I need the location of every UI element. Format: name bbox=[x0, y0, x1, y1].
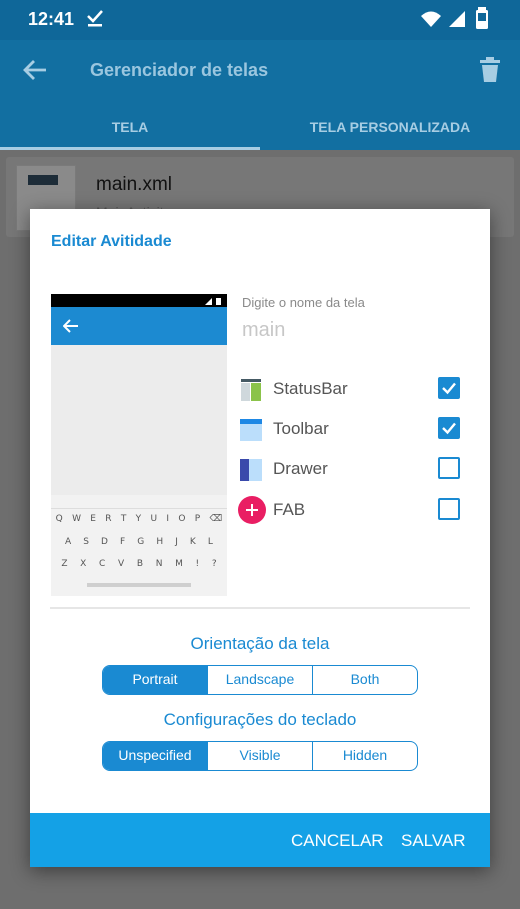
orientation-portrait-option[interactable]: Portrait bbox=[103, 666, 207, 694]
preview-key: L bbox=[207, 537, 213, 547]
edit-activity-dialog: Editar Avitidade Q W E R T Y U I O P ⌫ A S D F G H J K L Z… bbox=[30, 209, 490, 867]
orientation-landscape-option[interactable]: Landscape bbox=[207, 666, 312, 694]
status-bar: 12:41 bbox=[0, 0, 520, 40]
preview-key: B bbox=[136, 559, 144, 569]
toolbar-checkbox[interactable] bbox=[438, 417, 460, 439]
preview-key: V bbox=[117, 559, 125, 569]
status-time: 12:41 bbox=[28, 9, 75, 29]
keyboard-visible-option[interactable]: Visible bbox=[207, 742, 312, 770]
tab-tela-personalizada[interactable]: TELA PERSONALIZADA bbox=[260, 106, 520, 150]
orientation-title: Orientação da tela bbox=[190, 634, 330, 653]
preview-key: T bbox=[120, 514, 127, 524]
dialog-footer: CANCELAR SALVAR bbox=[30, 813, 490, 867]
preview-key: A bbox=[65, 537, 72, 547]
preview-key: H bbox=[156, 537, 164, 547]
preview-key: ! bbox=[195, 559, 200, 569]
tab-tela[interactable]: TELA bbox=[0, 106, 260, 150]
option-statusbar[interactable]: StatusBar bbox=[239, 374, 464, 404]
preview-key: O bbox=[178, 514, 186, 524]
preview-key: W bbox=[72, 514, 81, 524]
preview-key: F bbox=[120, 537, 126, 547]
app-bar: Gerenciador de telas TELA TELA PERSONALI… bbox=[0, 40, 520, 150]
preview-key: Q bbox=[55, 514, 63, 524]
preview-key: E bbox=[90, 514, 96, 524]
preview-key: I bbox=[166, 514, 170, 524]
orientation-segmented-control: Portrait Landscape Both bbox=[102, 665, 418, 695]
preview-key: G bbox=[137, 537, 145, 547]
page-title: Gerenciador de telas bbox=[90, 60, 269, 80]
statusbar-icon bbox=[241, 379, 261, 401]
fab-checkbox[interactable] bbox=[438, 498, 460, 520]
dialog-title: Editar Avitidade bbox=[51, 233, 172, 250]
preview-key: Z bbox=[61, 559, 68, 569]
preview-key: U bbox=[150, 514, 158, 524]
toolbar-icon bbox=[240, 419, 262, 441]
fab-icon bbox=[238, 496, 266, 524]
preview-key: X bbox=[80, 559, 87, 569]
delete-icon[interactable] bbox=[480, 57, 500, 88]
keyboard-segmented-control: Unspecified Visible Hidden bbox=[102, 741, 418, 771]
cancel-button[interactable]: CANCELAR bbox=[291, 831, 384, 851]
save-button[interactable]: SALVAR bbox=[401, 831, 466, 851]
preview-key: P bbox=[194, 514, 201, 524]
preview-key: D bbox=[101, 537, 108, 547]
option-toolbar[interactable]: Toolbar bbox=[239, 414, 464, 444]
option-drawer[interactable]: Drawer bbox=[239, 454, 464, 484]
option-drawer-label: Drawer bbox=[273, 459, 328, 478]
list-item-filename: main.xml bbox=[96, 174, 173, 195]
battery-icon bbox=[476, 7, 488, 34]
keyboard-hidden-option[interactable]: Hidden bbox=[312, 742, 417, 770]
preview-key: J bbox=[175, 537, 178, 547]
preview-key: C bbox=[99, 559, 106, 569]
preview-keyboard: Q W E R T Y U I O P ⌫ A S D F G H J K L Z X C V B N M!? bbox=[51, 495, 227, 596]
back-arrow-icon[interactable] bbox=[22, 58, 48, 87]
option-statusbar-label: StatusBar bbox=[273, 379, 348, 398]
preview-key: ? bbox=[211, 559, 217, 569]
statusbar-checkbox[interactable] bbox=[438, 377, 460, 399]
option-fab[interactable]: FAB bbox=[238, 495, 464, 525]
option-toolbar-label: Toolbar bbox=[273, 419, 329, 438]
drawer-checkbox[interactable] bbox=[438, 457, 460, 479]
keyboard-config-title: Configurações do teclado bbox=[163, 710, 357, 729]
preview-key: ⌫ bbox=[209, 514, 223, 524]
orientation-both-option[interactable]: Both bbox=[312, 666, 417, 694]
preview-key: S bbox=[83, 537, 89, 547]
thumbnail-bar bbox=[28, 175, 58, 185]
preview-key: Y bbox=[135, 514, 142, 524]
preview-key: N bbox=[155, 559, 163, 569]
download-done-icon bbox=[86, 8, 104, 33]
preview-key: K bbox=[189, 537, 196, 547]
screen-preview: Q W E R T Y U I O P ⌫ A S D F G H J K L Z X C V B N M!? bbox=[51, 294, 227, 596]
preview-key: R bbox=[105, 514, 112, 524]
keyboard-unspecified-option[interactable]: Unspecified bbox=[103, 742, 207, 770]
preview-statusbar bbox=[51, 294, 227, 307]
screen-name-hint: Digite o nome da tela bbox=[242, 295, 365, 310]
wifi-icon bbox=[420, 10, 442, 33]
divider bbox=[50, 607, 470, 609]
option-fab-label: FAB bbox=[273, 500, 306, 519]
screen-name-input[interactable]: main bbox=[242, 319, 285, 342]
signal-icon bbox=[448, 9, 466, 33]
preview-key: M bbox=[175, 559, 183, 569]
drawer-icon bbox=[240, 459, 262, 481]
preview-toolbar bbox=[51, 307, 227, 345]
